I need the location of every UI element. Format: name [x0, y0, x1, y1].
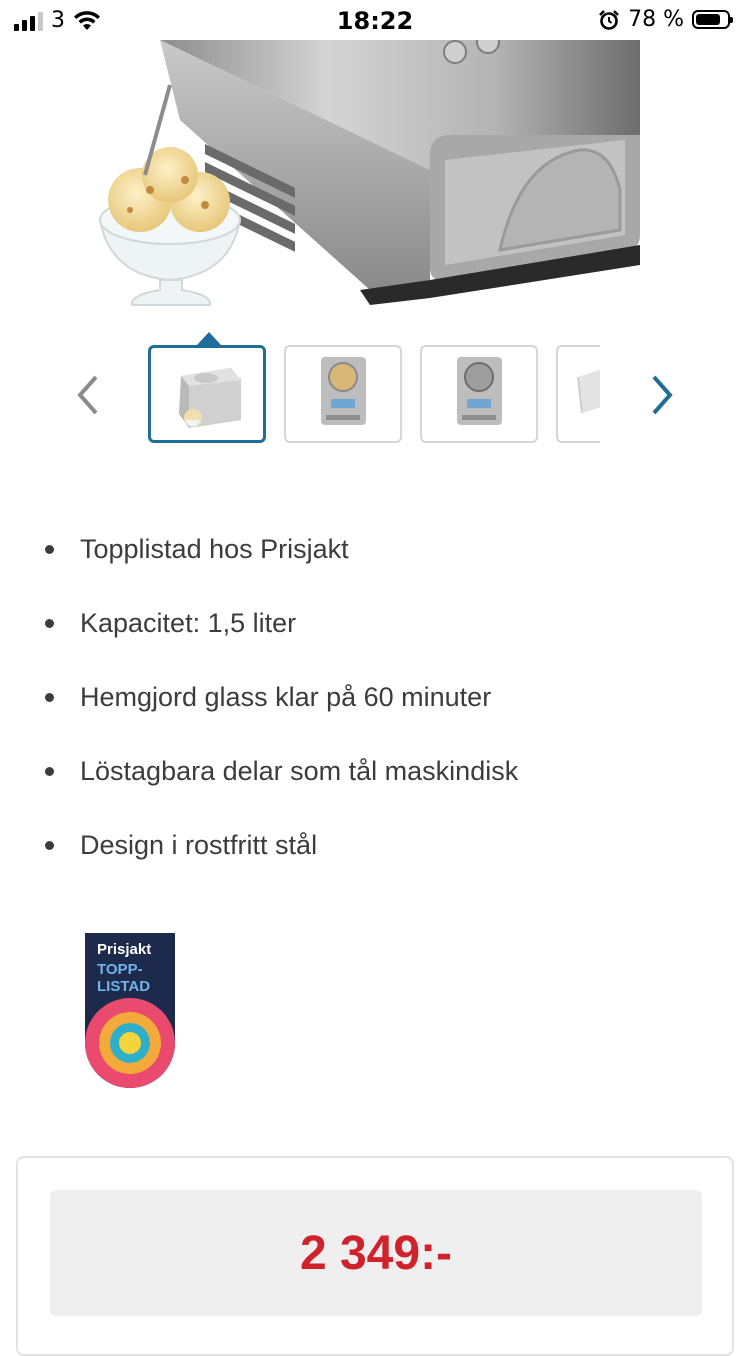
carousel-next-button[interactable]: [648, 373, 678, 417]
badge-line1: TOPP-: [97, 961, 143, 978]
feature-text: Löstagbara delar som tål maskindisk: [80, 756, 519, 786]
product-main-image[interactable]: [0, 30, 750, 310]
battery-icon: [692, 10, 733, 29]
price-card: 2 349:-: [16, 1156, 734, 1356]
thumbnail-image: [321, 357, 366, 425]
feature-item: Topplistad hos Prisjakt: [0, 520, 750, 594]
prisjakt-badge-logo: Prisjakt TOPP- LISTAD: [85, 933, 175, 1088]
feature-item: Löstagbara delar som tål maskindisk: [0, 742, 750, 816]
feature-text: Kapacitet: 1,5 liter: [80, 608, 297, 638]
badge-brand: Prisjakt: [97, 941, 151, 958]
thumbnail-2[interactable]: [284, 345, 402, 443]
product-price: 2 349:-: [299, 1227, 453, 1280]
chevron-left-icon: [77, 375, 98, 415]
thumbnail-image: [577, 369, 600, 414]
bullet-icon: [45, 619, 54, 628]
bullet-icon: [45, 841, 54, 850]
feature-text: Hemgjord glass klar på 60 minuter: [80, 682, 492, 712]
active-thumbnail-pointer: [197, 332, 221, 345]
feature-list: Topplistad hos Prisjakt Kapacitet: 1,5 l…: [0, 520, 750, 890]
feature-item: Kapacitet: 1,5 liter: [0, 594, 750, 668]
price-box: 2 349:-: [50, 1190, 702, 1316]
feature-item: Design i rostfritt stål: [0, 816, 750, 890]
prisjakt-topplistad-badge[interactable]: Prisjakt TOPP- LISTAD: [83, 933, 177, 1089]
chevron-right-icon: [652, 375, 673, 415]
thumbnail-3[interactable]: [420, 345, 538, 443]
thumbnail-image: [457, 357, 502, 425]
ice-cream-machine-image: [98, 30, 640, 306]
bullet-icon: [45, 767, 54, 776]
thumbnail-4[interactable]: [556, 345, 600, 443]
alarm-icon: [599, 9, 620, 30]
battery-percentage: 78 %: [628, 7, 684, 32]
thumbnail-carousel: [0, 345, 750, 445]
feature-text: Design i rostfritt stål: [80, 830, 318, 860]
bullet-icon: [45, 545, 54, 554]
thumbnail-1[interactable]: [148, 345, 266, 443]
thumbnail-image: [179, 368, 241, 428]
feature-text: Topplistad hos Prisjakt: [80, 534, 349, 564]
status-bar: 3 18:22 78 %: [0, 0, 750, 40]
feature-item: Hemgjord glass klar på 60 minuter: [0, 668, 750, 742]
bullet-icon: [45, 693, 54, 702]
status-right: 78 %: [598, 7, 733, 32]
badge-line2: LISTAD: [97, 978, 150, 995]
carousel-prev-button[interactable]: [72, 373, 102, 417]
